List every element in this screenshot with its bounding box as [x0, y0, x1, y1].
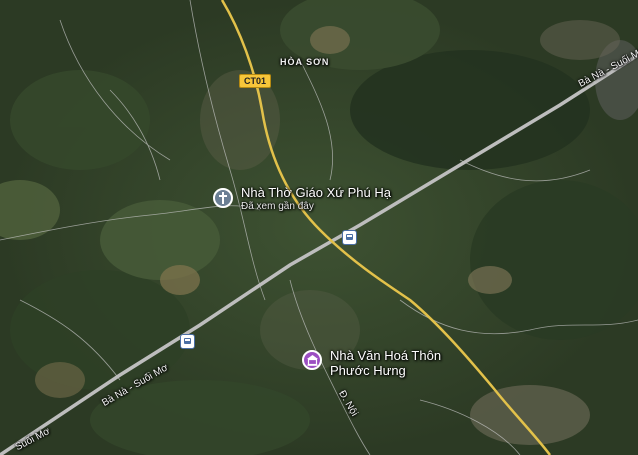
satellite-imagery	[0, 0, 638, 455]
poi-church-subtitle: Đã xem gần đây	[241, 201, 314, 212]
poi-cultural-house-name[interactable]: Nhà Văn Hoá Thôn Phước Hưng	[330, 348, 460, 378]
bus-stop-icon[interactable]	[180, 334, 195, 349]
area-label: HÒA SƠN	[280, 57, 330, 67]
poi-church-name[interactable]: Nhà Thờ Giáo Xứ Phú Hạ	[241, 185, 391, 200]
satellite-map[interactable]: HÒA SƠN CT01 Bà Nà - Suối Mơ Bà Nà - Suố…	[0, 0, 638, 455]
landmark-building-icon[interactable]	[302, 350, 322, 370]
bus-stop-icon[interactable]	[342, 230, 357, 245]
church-cross-icon[interactable]	[213, 188, 233, 208]
route-shield[interactable]: CT01	[239, 74, 272, 88]
